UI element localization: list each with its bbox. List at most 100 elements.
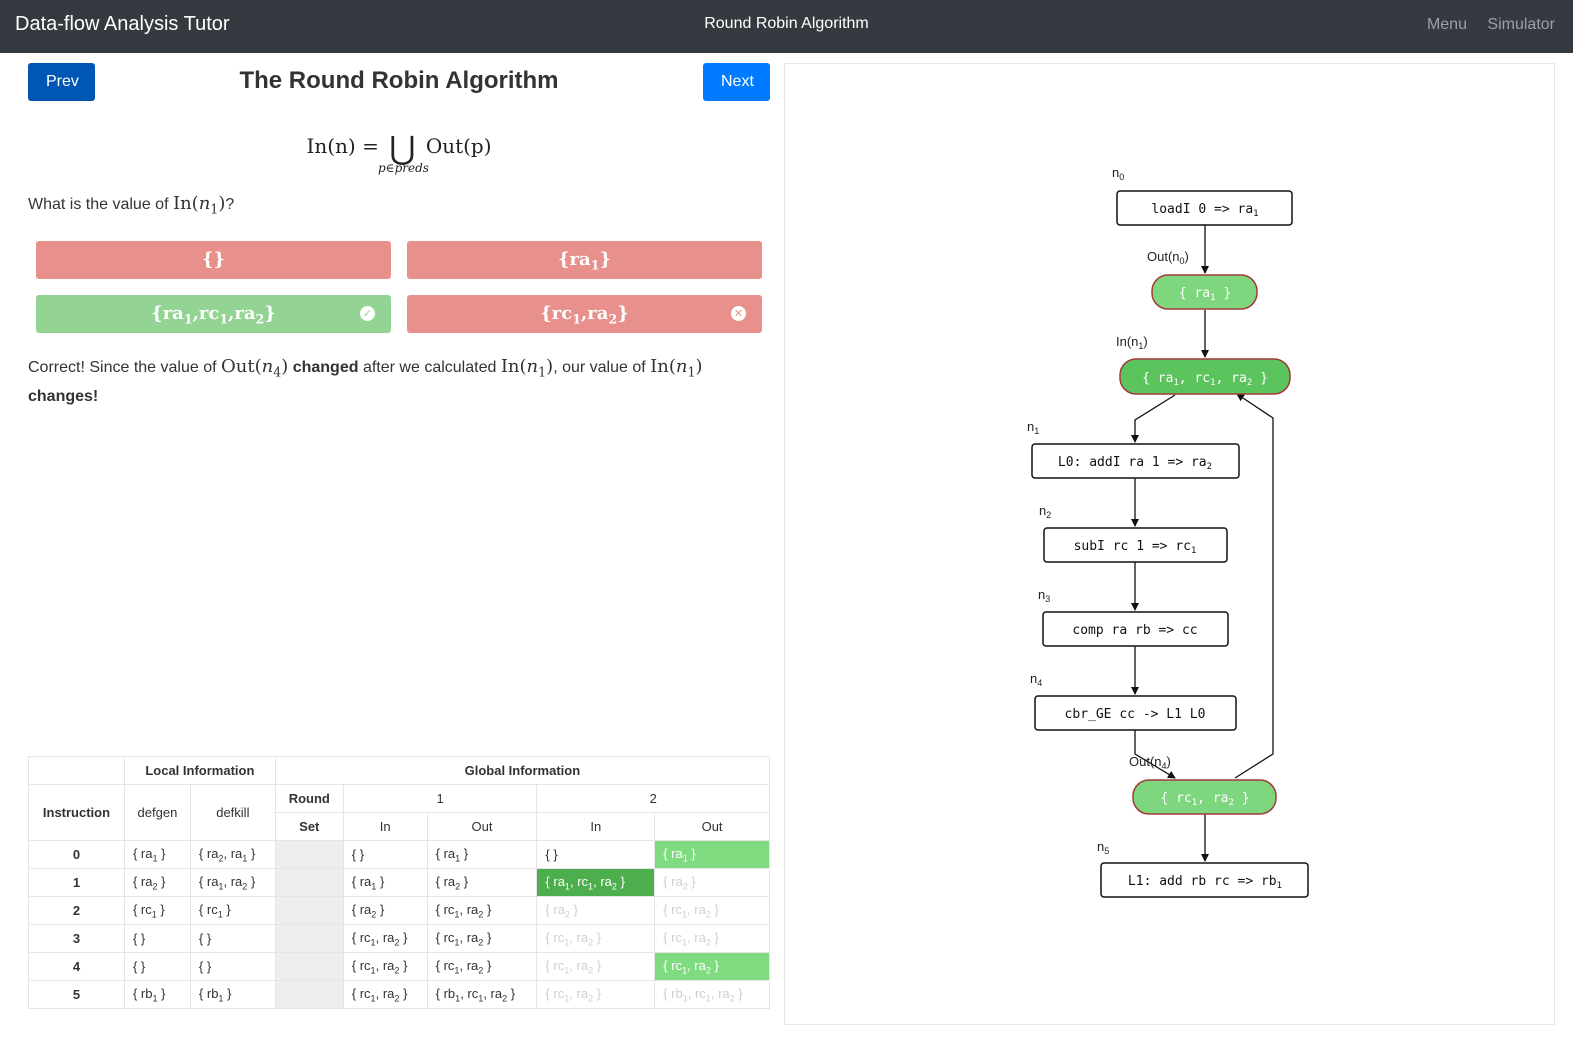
set-caption-out-n4: Out(n4) xyxy=(1129,754,1171,771)
node-code: L0: addI ra 1 => ra2 xyxy=(1058,455,1212,472)
set-node-out-n4[interactable]: { rc1, ra2 } xyxy=(1132,779,1277,815)
in1-cell: { ra1 } xyxy=(342,868,428,897)
x-circle-icon: ✕ xyxy=(731,306,746,321)
cfg-node-n1[interactable]: L0: addI ra 1 => ra2 xyxy=(1031,443,1240,479)
instruction-cell: 3 xyxy=(28,924,125,953)
cfg-node-n0[interactable]: loadI 0 => ra1 xyxy=(1116,190,1293,226)
table-row: 4 { } { } { rc1, ra2 } { rc1, ra2 } { rc… xyxy=(28,952,770,981)
cfg-node-n3[interactable]: comp ra rb => cc xyxy=(1042,611,1229,647)
feedback-part: after we calculated xyxy=(362,359,497,376)
next-button[interactable]: Next xyxy=(703,63,770,101)
in1-cell: { } xyxy=(342,840,428,869)
out2-cell: { rc1, ra2 } xyxy=(654,924,770,953)
lesson-pane: Prev The Round Robin Algorithm Next In(n… xyxy=(28,53,771,1042)
in1-cell: { ra2 } xyxy=(342,896,428,925)
answer-option-label: {} xyxy=(201,249,226,270)
cfg-graph: n0 loadI 0 => ra1 Out(n0) { ra1 } In(n1)… xyxy=(1027,165,1309,898)
node-label-n1: n1 xyxy=(1027,419,1039,436)
nav-page-title: Round Robin Algorithm xyxy=(704,15,869,32)
cfg-graph-panel: n0 loadI 0 => ra1 Out(n0) { ra1 } In(n1)… xyxy=(784,63,1555,1025)
set-cell xyxy=(274,868,344,897)
out2-cell: { rb1, rc1, ra2 } xyxy=(654,980,770,1009)
instruction-header: Instruction xyxy=(28,784,125,841)
answer-option-rc1-ra2[interactable]: {rc1,ra2} ✕ xyxy=(407,295,762,333)
out-header: Out xyxy=(426,812,538,841)
out2-cell: { rc1, ra2 } xyxy=(654,952,770,981)
defkill-header: defkill xyxy=(189,784,276,841)
check-circle-icon: ✓ xyxy=(360,306,375,321)
set-value: { ra1 } xyxy=(1179,286,1231,303)
formula-lhs: In(n) = xyxy=(306,134,379,158)
out1-cell: { ra1 } xyxy=(426,840,538,869)
in1-cell: { rc1, ra2 } xyxy=(342,924,428,953)
defgen-cell: { ra2 } xyxy=(123,868,191,897)
in2-cell: { ra1, rc1, ra2 } xyxy=(536,868,656,897)
defgen-cell: { rc1 } xyxy=(123,896,191,925)
answer-option-ra1[interactable]: {ra1} xyxy=(407,241,762,279)
instruction-cell: 1 xyxy=(28,868,125,897)
cfg-node-n2[interactable]: subI rc 1 => rc1 xyxy=(1043,527,1228,563)
node-code: loadI 0 => ra1 xyxy=(1151,202,1258,219)
table-row: 2 { rc1 } { rc1 } { ra2 } { rc1, ra2 } {… xyxy=(28,896,770,925)
defgen-cell: { rb1 } xyxy=(123,980,191,1009)
node-label-n0: n0 xyxy=(1112,165,1124,182)
defkill-cell: { rc1 } xyxy=(189,896,276,925)
simulator-link[interactable]: Simulator xyxy=(1487,16,1555,33)
cfg-node-n5[interactable]: L1: add rb rc => rb1 xyxy=(1100,862,1309,898)
set-cell xyxy=(274,896,344,925)
node-label-n5: n5 xyxy=(1097,839,1109,856)
question-suffix: ? xyxy=(225,196,235,213)
set-value: { rc1, ra2 } xyxy=(1160,791,1249,808)
edge-back-loop xyxy=(1234,393,1274,779)
defgen-header: defgen xyxy=(123,784,191,841)
nav-links: Menu Simulator xyxy=(1411,16,1555,34)
node-label-n3: n3 xyxy=(1038,587,1050,604)
defkill-cell: { ra1, ra2 } xyxy=(189,868,276,897)
local-info-header: Local Information xyxy=(123,756,276,785)
set-node-out-n0[interactable]: { ra1 } xyxy=(1151,274,1258,310)
out2-cell: { rc1, ra2 } xyxy=(654,896,770,925)
menu-link[interactable]: Menu xyxy=(1427,16,1467,33)
formula-rhs: Out(p) xyxy=(425,134,492,158)
node-code: L1: add rb rc => rb1 xyxy=(1128,874,1282,891)
defkill-cell: { } xyxy=(189,952,276,981)
set-caption-in-n1: In(n1) xyxy=(1116,334,1148,351)
feedback-math: Out(n4) xyxy=(221,356,289,380)
table-row: 3 { } { } { rc1, ra2 } { rc1, ra2 } { rc… xyxy=(28,924,770,953)
edge-in-n1 xyxy=(1131,394,1176,443)
set-cell xyxy=(274,980,344,1009)
question-prefix: What is the value of xyxy=(28,196,169,213)
answer-option-label: {ra1,rc1,ra2} xyxy=(151,303,276,327)
feedback-bold: changes! xyxy=(28,387,99,405)
answer-option-empty[interactable]: {} xyxy=(36,241,391,279)
in-header: In xyxy=(342,812,428,841)
node-code: subI rc 1 => rc1 xyxy=(1074,539,1197,556)
cfg-node-n4[interactable]: cbr_GE cc -> L1 L0 xyxy=(1034,695,1237,731)
defkill-cell: { } xyxy=(189,924,276,953)
feedback-part: , our value of xyxy=(553,359,646,376)
set-cell xyxy=(274,924,344,953)
in2-cell: { rc1, ra2 } xyxy=(536,980,656,1009)
feedback-part: Correct! Since the value of xyxy=(28,359,217,376)
global-info-header: Global Information xyxy=(274,756,771,785)
out1-cell: { ra2 } xyxy=(426,868,538,897)
in2-cell: { rc1, ra2 } xyxy=(536,924,656,953)
in2-cell: { } xyxy=(536,840,656,869)
in2-cell: { rc1, ra2 } xyxy=(536,952,656,981)
in-header: In xyxy=(536,812,656,841)
node-code: cbr_GE cc -> L1 L0 xyxy=(1065,707,1206,722)
in1-cell: { rc1, ra2 } xyxy=(342,952,428,981)
instruction-cell: 5 xyxy=(28,980,125,1009)
round-2-header: 2 xyxy=(536,784,770,813)
round-header: Round xyxy=(274,784,344,813)
feedback-math: In(n1) xyxy=(500,356,554,380)
out2-cell: { ra1 } xyxy=(654,840,770,869)
answer-option-ra1-rc1-ra2[interactable]: {ra1,rc1,ra2} ✓ xyxy=(36,295,391,333)
out2-cell: { ra2 } xyxy=(654,868,770,897)
defgen-cell: { } xyxy=(123,924,191,953)
formula-subscript: p∈preds xyxy=(378,161,429,175)
set-node-in-n1[interactable]: { ra1, rc1, ra2 } xyxy=(1119,358,1291,395)
node-code: comp ra rb => cc xyxy=(1072,623,1197,638)
feedback-bold: changed xyxy=(292,359,359,376)
defgen-cell: { ra1 } xyxy=(123,840,191,869)
